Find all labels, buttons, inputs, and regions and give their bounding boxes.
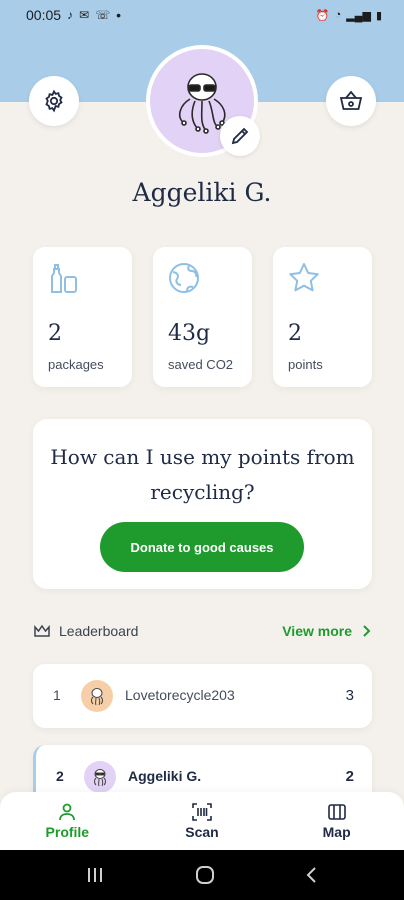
message-icon: ✉ bbox=[79, 8, 90, 22]
points-usage-card: How can I use my points from recycling? … bbox=[33, 419, 372, 589]
back-icon[interactable] bbox=[305, 865, 319, 885]
viber-icon: ☏ bbox=[95, 8, 111, 22]
stat-card-points: 2 points bbox=[273, 247, 372, 387]
recent-apps-icon[interactable] bbox=[85, 866, 105, 884]
stat-value-co2: 43g bbox=[168, 321, 211, 346]
alarm-icon: ⏰ bbox=[315, 9, 330, 22]
leaderboard-header: Leaderboard View more bbox=[33, 619, 372, 643]
leaderboard-rank: 1 bbox=[53, 687, 61, 703]
stat-card-co2: 43g saved CO2 bbox=[153, 247, 252, 387]
basket-button[interactable] bbox=[326, 76, 376, 126]
stat-label-points: points bbox=[288, 357, 323, 372]
leaderboard-name: Aggeliki G. bbox=[128, 768, 202, 784]
bottles-icon bbox=[51, 264, 77, 293]
system-navigation-bar bbox=[0, 850, 404, 900]
nav-map-label: Map bbox=[322, 824, 351, 840]
status-right: ⏰ ◔ ▂▄▆ ▮ bbox=[316, 9, 382, 22]
view-more-label: View more bbox=[282, 623, 352, 639]
avatar bbox=[84, 761, 116, 793]
gear-icon bbox=[45, 89, 63, 113]
stat-value-packages: 2 bbox=[48, 321, 62, 346]
nav-map[interactable]: Map bbox=[287, 802, 387, 840]
leaderboard-title-label: Leaderboard bbox=[59, 623, 139, 639]
wifi-icon: ◔ bbox=[334, 9, 342, 21]
nav-profile[interactable]: Profile bbox=[17, 802, 117, 840]
nav-scan[interactable]: Scan bbox=[152, 802, 252, 840]
clock: 00:05 bbox=[26, 7, 62, 23]
nav-profile-label: Profile bbox=[45, 824, 90, 840]
signal-icon: ▂▄▆ bbox=[346, 9, 371, 22]
points-question: How can I use my points from recycling? bbox=[50, 445, 355, 504]
edit-avatar-button[interactable] bbox=[220, 116, 260, 156]
stat-value-points: 2 bbox=[288, 321, 302, 346]
globe-icon bbox=[169, 263, 199, 293]
leaderboard-name: Lovetorecycle203 bbox=[125, 687, 235, 703]
star-icon bbox=[289, 263, 319, 292]
user-name: Aggeliki G. bbox=[132, 178, 272, 207]
settings-button[interactable] bbox=[29, 76, 79, 126]
donate-button[interactable]: Donate to good causes bbox=[100, 522, 304, 572]
crown-icon bbox=[34, 624, 50, 637]
leaderboard-score: 3 bbox=[345, 687, 354, 704]
chevron-right-icon bbox=[363, 625, 371, 637]
notification-icon: ♪ bbox=[67, 8, 74, 22]
leaderboard-score: 2 bbox=[345, 768, 354, 785]
status-left: 00:05 ♪ ✉ ☏ • bbox=[26, 7, 121, 23]
avatar bbox=[81, 680, 113, 712]
view-more-link[interactable]: View more bbox=[282, 623, 372, 639]
pencil-icon bbox=[231, 127, 249, 145]
leaderboard-row[interactable]: 1 Lovetorecycle203 3 bbox=[33, 664, 372, 728]
battery-icon: ▮ bbox=[375, 9, 382, 22]
home-icon[interactable] bbox=[194, 864, 216, 886]
status-bar: 00:05 ♪ ✉ ☏ • ⏰ ◔ ▂▄▆ ▮ bbox=[0, 0, 404, 30]
stat-label-packages: packages bbox=[48, 357, 104, 372]
basket-icon bbox=[339, 90, 363, 110]
bottom-navigation: Profile Scan Map bbox=[0, 792, 404, 850]
stat-card-packages: 2 packages bbox=[33, 247, 132, 387]
person-icon bbox=[59, 803, 76, 821]
more-notifications-dot: • bbox=[116, 7, 122, 23]
leaderboard-title: Leaderboard bbox=[33, 623, 138, 639]
nav-scan-label: Scan bbox=[185, 824, 219, 840]
octopus-avatar-icon bbox=[94, 769, 106, 787]
stat-label-co2: saved CO2 bbox=[168, 357, 234, 372]
octopus-avatar-icon bbox=[91, 688, 103, 706]
map-icon bbox=[327, 804, 346, 820]
barcode-scan-icon bbox=[192, 803, 212, 821]
leaderboard-rank: 2 bbox=[56, 768, 64, 784]
